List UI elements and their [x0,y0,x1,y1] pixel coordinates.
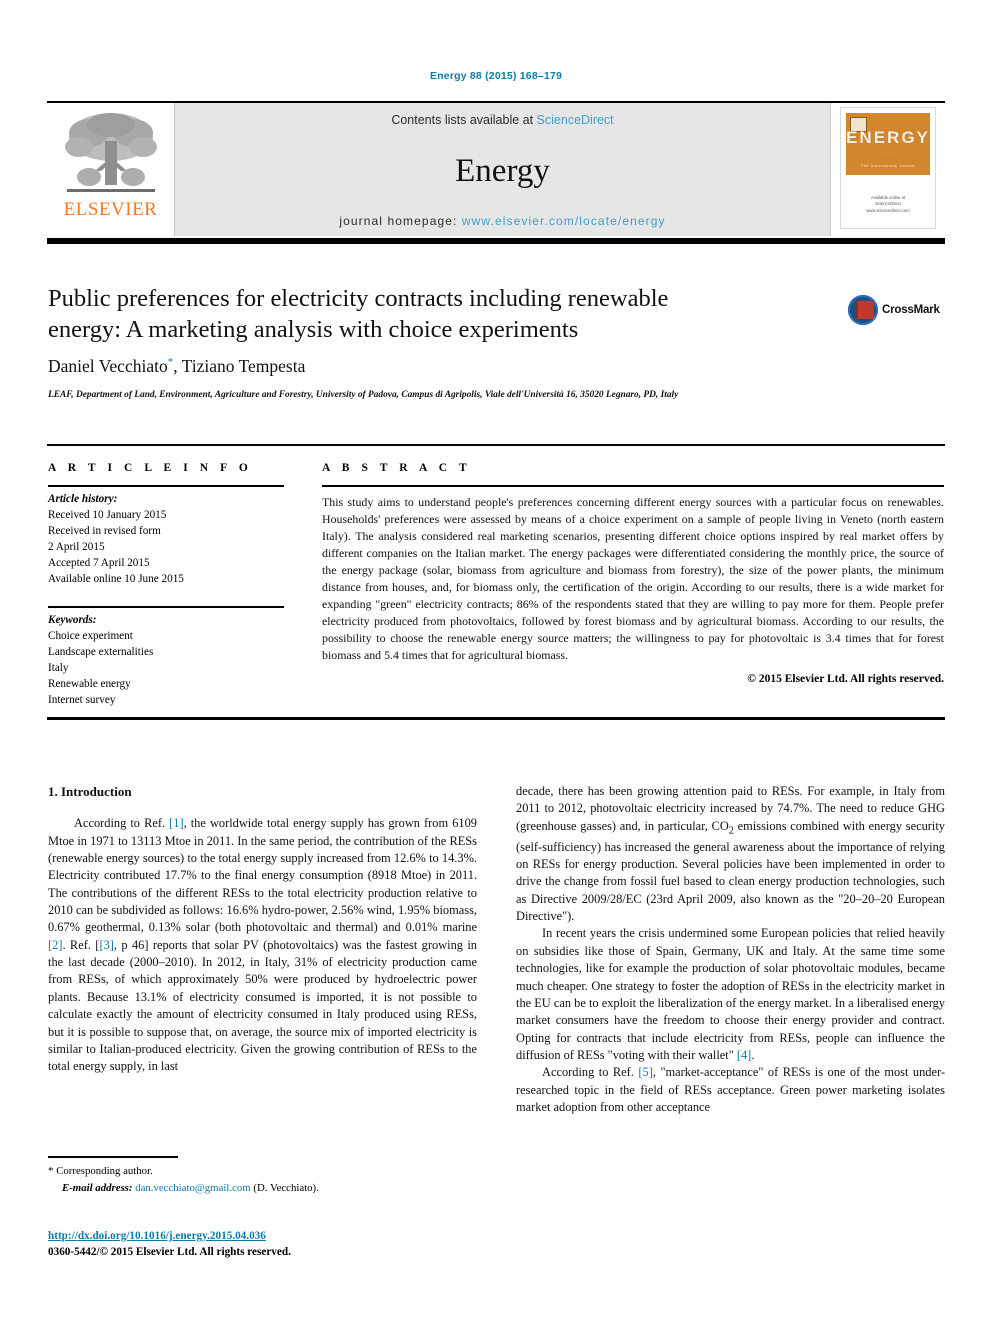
citation-ref-4[interactable]: [4] [737,1048,751,1062]
keyword-item: Choice experiment [48,630,133,643]
elsevier-wordmark: ELSEVIER [63,199,158,220]
body-column-left: 1. Introduction According to Ref. [1], t… [48,783,477,1076]
journal-title: Energy [455,153,550,189]
history-item: Available online 10 June 2015 [48,572,184,585]
article-history-block: Article history: Received 10 January 201… [48,492,288,587]
keyword-item: Internet survey [48,693,116,706]
journal-band: Contents lists available at ScienceDirec… [175,103,831,236]
crossmark-label: CrossMark [882,304,940,316]
right-text-c: In recent years the crisis undermined so… [516,926,945,1062]
intro-text-b: , the worldwide total energy supply has … [48,816,477,935]
citation-ref-2[interactable]: [2] [48,938,62,952]
keyword-item: Italy [48,662,69,675]
journal-cover-thumbnail: · · · · · · · · ENERGY · · · · · · · · T… [831,103,945,236]
homepage-url-link[interactable]: www.elsevier.com/locate/energy [462,214,666,228]
intro-paragraph-right-2: In recent years the crisis undermined so… [516,925,945,1064]
author-primary: Daniel Vecchiato [48,356,168,376]
article-history-label: Article history: [48,493,118,505]
crossmark-icon [848,295,878,325]
contents-prefix: Contents lists available at [391,113,537,127]
history-item: Received in revised form [48,524,161,537]
abstract-copyright: © 2015 Elsevier Ltd. All rights reserved… [747,673,944,686]
elsevier-logo: ELSEVIER [47,103,175,236]
body-column-right: decade, there has been growing attention… [516,783,945,1116]
keywords-rule [48,606,284,609]
cover-subtitle: The International Journal [860,163,916,168]
intro-paragraph-left: According to Ref. [1], the worldwide tot… [48,815,477,1075]
email-owner: (D. Vecchiato). [253,1181,319,1194]
email-note: E-mail address: dan.vecchiato@gmail.com … [48,1180,478,1196]
journal-masthead: ELSEVIER Contents lists available at Sci… [47,103,945,236]
homepage-prefix: journal homepage: [339,214,462,228]
masthead-bottom-rule [47,238,945,244]
abstract-heading: A B S T R A C T [322,462,472,474]
journal-homepage-line: journal homepage: www.elsevier.com/locat… [339,214,665,228]
email-address-label: E-mail address: [62,1181,133,1194]
footnote-rule [48,1156,178,1158]
article-info-heading: A R T I C L E I N F O [48,462,253,474]
paper-page: Energy 88 (2015) 168–179 ELSEVIER Conten… [0,0,992,1323]
intro-text-a: According to Ref. [74,816,170,831]
email-link[interactable]: dan.vecchiato@gmail.com [135,1182,250,1194]
doi-block: http://dx.doi.org/10.1016/j.energy.2015.… [48,1228,478,1260]
keyword-item: Landscape externalities [48,646,154,659]
cover-footer-line3: www.sciencedirect.com [866,207,910,213]
right-text-d: . [751,1047,755,1062]
contents-available-line: Contents lists available at ScienceDirec… [391,113,613,127]
cover-energy-wordmark: ENERGY [846,128,930,147]
info-top-rule [47,444,945,446]
section-heading-introduction: 1. Introduction [48,784,132,799]
intro-text-c: . Ref. [ [62,937,100,952]
citation-ref-3[interactable]: [3] [99,938,113,952]
asterisk-icon: * [48,1165,54,1177]
intro-paragraph-right-1: decade, there has been growing attention… [516,783,945,925]
abstract-column: This study aims to understand people's p… [322,485,944,685]
history-item: 2 April 2015 [48,540,105,553]
crossmark-badge[interactable]: CrossMark [848,288,940,332]
author-secondary: , Tiziano Tempesta [173,356,306,376]
abstract-rule [322,485,944,487]
keyword-item: Renewable energy [48,678,131,691]
right-text-e: According to Ref. [542,1065,639,1080]
cover-inner: · · · · · · · · ENERGY · · · · · · · · T… [840,107,936,229]
article-info-rule [48,485,284,487]
intro-paragraph-right-3: According to Ref. [5], "market-acceptanc… [516,1064,945,1116]
cover-midrow-text: · · · · · · · · [877,152,899,156]
keywords-label: Keywords: [48,614,97,627]
sciencedirect-link[interactable]: ScienceDirect [537,113,614,127]
cover-footer-text: Available online at ScienceDirect www.sc… [841,195,935,214]
issn-copyright: 0360-5442/© 2015 Elsevier Ltd. All right… [48,1246,291,1259]
keywords-block: Keywords: Choice experiment Landscape ex… [48,613,288,708]
article-info-column: Article history: Received 10 January 201… [48,485,288,711]
citation-ref-1[interactable]: [1] [169,816,183,830]
citation-ref-5[interactable]: [5] [638,1065,652,1079]
info-bottom-rule [47,717,945,720]
running-head: Energy 88 (2015) 168–179 [429,70,563,82]
author-list: Daniel Vecchiato*, Tiziano Tempesta [48,356,748,377]
elsevier-tree-icon [64,113,157,192]
affiliation: LEAF, Department of Land, Environment, A… [48,390,679,400]
abstract-text: This study aims to understand people's p… [322,495,944,663]
doi-link[interactable]: http://dx.doi.org/10.1016/j.energy.2015.… [48,1228,478,1244]
corresponding-author-note: * Corresponding author. [48,1163,478,1180]
history-item: Received 10 January 2015 [48,508,167,521]
page-title: Public preferences for electricity contr… [48,285,669,344]
intro-text-d: , p 46] reports that solar PV (photovolt… [48,937,477,1074]
corresponding-author-label: Corresponding author. [56,1165,153,1177]
footnote-block: * Corresponding author. E-mail address: … [48,1163,478,1196]
history-item: Accepted 7 April 2015 [48,556,150,569]
